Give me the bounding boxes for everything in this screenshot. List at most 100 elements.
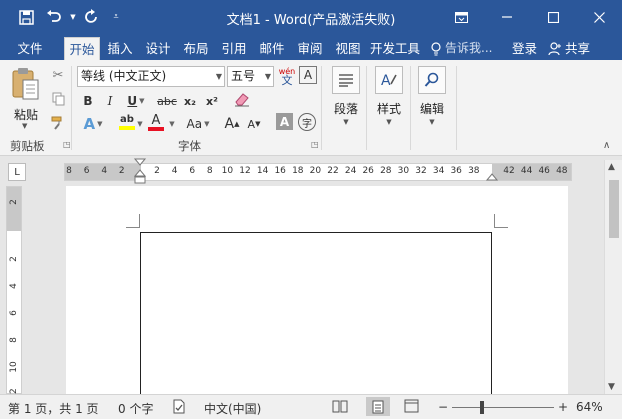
font-name-value: 等线 (中文正文) <box>81 69 167 83</box>
zoom-slider-thumb[interactable] <box>480 401 484 414</box>
group-separator <box>321 66 322 150</box>
character-shading-button[interactable]: A <box>276 113 293 130</box>
tab-layout[interactable]: 布局 <box>180 37 212 60</box>
ruler-number: 2 <box>9 256 19 262</box>
proofing-icon[interactable] <box>172 399 186 417</box>
chevron-down-icon[interactable]: ▼ <box>166 114 176 134</box>
zoom-out-icon[interactable]: − <box>438 400 448 414</box>
superscript-button[interactable]: x² <box>203 91 221 111</box>
dialog-launcher-icon[interactable]: ◳ <box>63 140 71 149</box>
scroll-up-icon[interactable]: ▲ <box>608 162 615 172</box>
tab-view[interactable]: 视图 <box>332 37 364 60</box>
grow-font-letter: A <box>224 116 235 132</box>
right-indent-marker[interactable] <box>486 170 498 182</box>
save-icon[interactable] <box>12 6 40 28</box>
character-border-button[interactable]: A <box>299 66 317 84</box>
font-size-combo[interactable]: 五号 ▼ <box>227 66 274 87</box>
format-painter-icon[interactable] <box>49 114 67 132</box>
dialog-launcher-icon[interactable]: ◳ <box>311 140 319 149</box>
ribbon-display-options-icon[interactable] <box>438 0 484 34</box>
minimize-icon[interactable] <box>484 0 530 34</box>
zoom-in-icon[interactable]: + <box>558 400 568 414</box>
maximize-icon[interactable] <box>530 0 576 34</box>
web-layout-icon[interactable] <box>404 399 419 416</box>
tab-mailings[interactable]: 邮件 <box>256 37 288 60</box>
read-mode-icon[interactable] <box>332 399 348 416</box>
paste-button[interactable]: 粘贴 ▼ <box>9 66 43 132</box>
paragraph-label: 段落 <box>333 102 358 116</box>
magnifier-icon <box>418 66 446 94</box>
eraser-icon <box>235 93 249 107</box>
page-count[interactable]: 第 1 页，共 1 页 <box>8 400 99 417</box>
enclose-characters-button[interactable]: 字 <box>298 113 316 131</box>
ruler-number: 42 <box>503 166 515 176</box>
styles-button[interactable]: A 样式 ▼ <box>369 66 409 132</box>
text-effects-icon: A <box>83 115 96 133</box>
ruler-number: 6 <box>189 166 196 176</box>
copy-icon[interactable] <box>49 90 67 108</box>
chevron-down-icon[interactable]: ▼ <box>134 114 144 134</box>
print-layout-icon[interactable] <box>366 397 390 416</box>
tab-file[interactable]: 文件 <box>10 37 50 60</box>
tab-review[interactable]: 审阅 <box>294 37 326 60</box>
close-icon[interactable] <box>576 0 622 34</box>
phonetic-guide-button[interactable]: wén 文 <box>277 65 297 87</box>
login-link[interactable]: 登录 <box>512 37 537 60</box>
tab-design[interactable]: 设计 <box>142 37 174 60</box>
document-area[interactable] <box>26 186 604 394</box>
customize-qat-icon[interactable]: ⩡ <box>106 6 126 28</box>
collapse-ribbon-icon[interactable]: ∧ <box>603 140 610 151</box>
paragraph-button[interactable]: 段落 ▼ <box>326 66 366 132</box>
tell-me-box[interactable]: 告诉我... <box>430 37 492 60</box>
paste-icon <box>12 68 39 100</box>
group-separator <box>366 66 367 150</box>
tab-selector[interactable]: L <box>8 163 26 181</box>
ruler-number: 32 <box>415 166 427 176</box>
phonetic-guide-char: 文 <box>281 74 293 87</box>
person-icon <box>548 41 561 55</box>
clear-formatting-button[interactable] <box>231 89 253 109</box>
tab-developer[interactable]: 开发工具 <box>368 37 422 60</box>
ruler-number: 14 <box>256 166 269 176</box>
share-button[interactable]: 共享 <box>548 37 590 60</box>
subscript-button[interactable]: x₂ <box>181 91 199 111</box>
left-indent-marker[interactable] <box>134 158 146 188</box>
ruler-number: 30 <box>397 166 410 176</box>
word-count[interactable]: 0 个字 <box>118 400 153 417</box>
bold-button[interactable]: B <box>79 91 97 111</box>
scroll-down-icon[interactable]: ▼ <box>608 382 615 392</box>
font-group-label: 字体 <box>178 139 201 153</box>
document-page[interactable] <box>66 186 568 394</box>
shrink-font-button[interactable]: A ▼ <box>245 114 263 134</box>
tab-home[interactable]: 开始 <box>64 37 100 60</box>
change-case-label: Aa <box>186 117 203 131</box>
vertical-ruler[interactable]: 224681012 <box>6 186 22 400</box>
font-name-combo[interactable]: 等线 (中文正文) ▼ <box>77 66 225 87</box>
cut-icon[interactable]: ✂ <box>49 66 67 84</box>
italic-button[interactable]: I <box>101 91 119 111</box>
ruler-row: L 8 6 4 2 2 4 6 8 10 12 14 16 18 20 22 24 26 28 30 32 34 36 38… <box>0 156 622 186</box>
font-color-button[interactable]: A <box>146 112 166 132</box>
text-box[interactable] <box>140 232 492 394</box>
svg-text:A: A <box>381 73 391 88</box>
tab-insert[interactable]: 插入 <box>104 37 136 60</box>
grow-font-button[interactable]: A ▲ <box>223 114 241 134</box>
zoom-level[interactable]: 64% <box>576 400 603 414</box>
strikethrough-button[interactable]: abc <box>156 91 178 111</box>
redo-icon[interactable] <box>78 6 106 28</box>
zoom-slider[interactable] <box>452 407 554 408</box>
underline-button[interactable]: U ▼ <box>123 91 149 111</box>
vertical-scrollbar[interactable]: ▲ ▼ <box>604 160 622 394</box>
ruler-number: 36 <box>450 166 462 176</box>
change-case-button[interactable]: Aa ▼ <box>181 114 215 134</box>
ruler-number: 44 <box>520 166 533 176</box>
language-indicator[interactable]: 中文(中国) <box>204 400 261 417</box>
undo-dropdown-icon[interactable]: ▼ <box>68 6 78 28</box>
text-effects-button[interactable]: A ▼ <box>79 114 107 134</box>
scrollbar-thumb[interactable] <box>609 180 619 238</box>
ruler-number: 4 <box>101 166 108 176</box>
undo-icon[interactable] <box>40 6 68 28</box>
font-color-letter: A <box>151 112 161 128</box>
tab-references[interactable]: 引用 <box>218 37 250 60</box>
editing-button[interactable]: 编辑 ▼ <box>412 66 452 132</box>
